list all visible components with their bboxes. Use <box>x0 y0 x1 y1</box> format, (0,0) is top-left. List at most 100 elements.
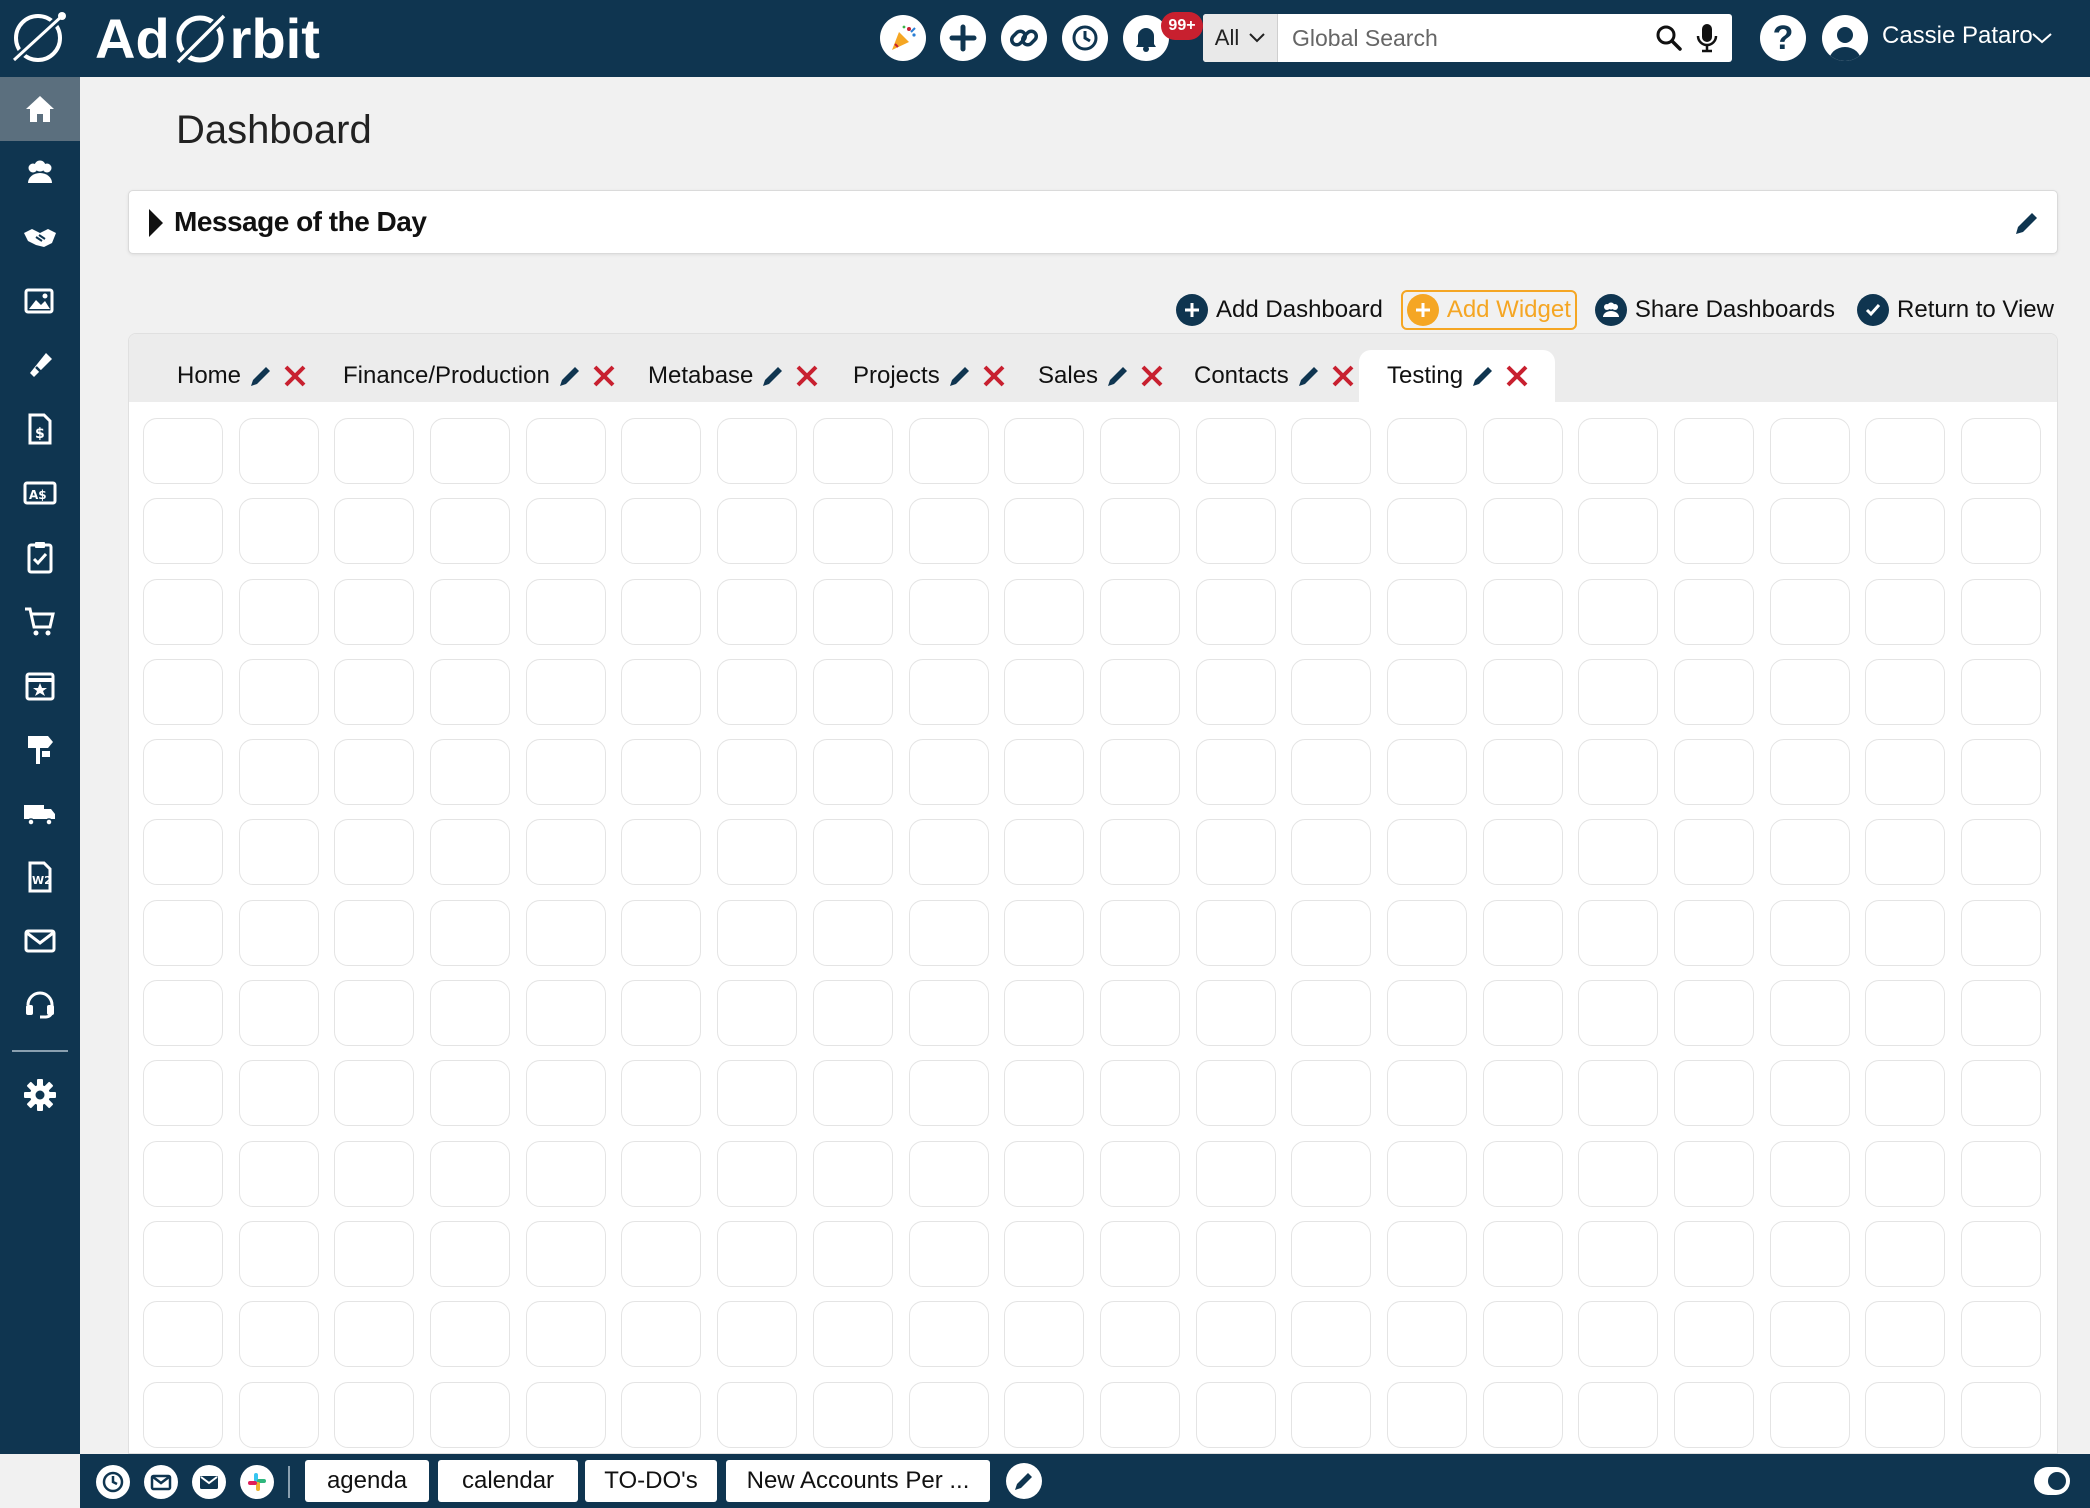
grid-cell[interactable] <box>908 1381 989 1448</box>
notification-badge[interactable]: 99+ <box>1161 12 1203 40</box>
grid-cell[interactable] <box>430 739 511 806</box>
caret-right-icon[interactable] <box>149 209 163 237</box>
sidebar-item-settings[interactable] <box>0 1063 80 1127</box>
pencil-icon[interactable] <box>1104 362 1132 390</box>
search-input[interactable] <box>1278 15 1652 61</box>
voice-search-button[interactable] <box>1692 21 1722 55</box>
grid-cell[interactable] <box>1769 1220 1850 1287</box>
new-accounts-button[interactable]: New Accounts Per ... <box>726 1460 990 1502</box>
tab-contacts[interactable]: Contacts <box>1182 350 1369 402</box>
add-dashboard-button[interactable]: Add Dashboard <box>1172 290 1387 330</box>
grid-cell[interactable] <box>1482 980 1563 1047</box>
close-icon[interactable] <box>1138 362 1166 390</box>
grid-cell[interactable] <box>908 899 989 966</box>
grid-cell[interactable] <box>1195 1060 1276 1127</box>
pencil-icon[interactable] <box>946 362 974 390</box>
grid-cell[interactable] <box>812 1301 893 1368</box>
pencil-icon[interactable] <box>2011 207 2043 239</box>
grid-cell[interactable] <box>1961 1220 2042 1287</box>
tab-home[interactable]: Home <box>165 350 321 402</box>
grid-cell[interactable] <box>143 819 223 886</box>
grid-cell[interactable] <box>1386 1140 1467 1207</box>
grid-cell[interactable] <box>238 1301 319 1368</box>
return-to-view-button[interactable]: Return to View <box>1853 290 2058 330</box>
grid-cell[interactable] <box>430 578 511 645</box>
grid-cell[interactable] <box>1865 578 1946 645</box>
grid-cell[interactable] <box>1291 1381 1372 1448</box>
grid-cell[interactable] <box>1099 1060 1180 1127</box>
grid-cell[interactable] <box>1004 1140 1085 1207</box>
sidebar-item-orders[interactable] <box>0 589 80 653</box>
grid-cell[interactable] <box>1386 980 1467 1047</box>
grid-cell[interactable] <box>1578 418 1659 484</box>
grid-cell[interactable] <box>908 1220 989 1287</box>
grid-cell[interactable] <box>812 899 893 966</box>
grid-cell[interactable] <box>1291 819 1372 886</box>
grid-cell[interactable] <box>1674 819 1754 886</box>
grid-cell[interactable] <box>143 739 223 806</box>
grid-cell[interactable] <box>1195 980 1276 1047</box>
grid-cell[interactable] <box>621 658 702 725</box>
grid-cell[interactable] <box>908 1301 989 1368</box>
grid-cell[interactable] <box>1578 899 1659 966</box>
grid-cell[interactable] <box>1674 1220 1754 1287</box>
grid-cell[interactable] <box>430 1060 511 1127</box>
grid-cell[interactable] <box>1865 1060 1946 1127</box>
grid-cell[interactable] <box>1769 1060 1850 1127</box>
help-button[interactable]: ? <box>1760 15 1806 61</box>
grid-cell[interactable] <box>621 498 702 565</box>
grid-cell[interactable] <box>908 418 989 484</box>
grid-cell[interactable] <box>908 658 989 725</box>
grid-cell[interactable] <box>1004 578 1085 645</box>
grid-cell[interactable] <box>1482 1220 1563 1287</box>
grid-cell[interactable] <box>1482 418 1563 484</box>
grid-cell[interactable] <box>1291 899 1372 966</box>
grid-cell[interactable] <box>238 980 319 1047</box>
grid-cell[interactable] <box>1961 1060 2042 1127</box>
grid-cell[interactable] <box>238 819 319 886</box>
grid-cell[interactable] <box>812 980 893 1047</box>
grid-cell[interactable] <box>430 1220 511 1287</box>
grid-cell[interactable] <box>525 1140 606 1207</box>
grid-cell[interactable] <box>1769 980 1850 1047</box>
grid-cell[interactable] <box>717 578 798 645</box>
grid-cell[interactable] <box>1004 980 1085 1047</box>
grid-cell[interactable] <box>1195 739 1276 806</box>
grid-cell[interactable] <box>1769 899 1850 966</box>
grid-cell[interactable] <box>717 819 798 886</box>
grid-cell[interactable] <box>525 578 606 645</box>
grid-cell[interactable] <box>143 658 223 725</box>
grid-cell[interactable] <box>1386 578 1467 645</box>
grid-cell[interactable] <box>1961 899 2042 966</box>
grid-cell[interactable] <box>1195 1301 1276 1368</box>
sidebar-item-media[interactable] <box>0 269 80 333</box>
grid-cell[interactable] <box>1482 1060 1563 1127</box>
grid-cell[interactable] <box>1291 980 1372 1047</box>
grid-cell[interactable] <box>621 980 702 1047</box>
grid-cell[interactable] <box>908 578 989 645</box>
grid-cell[interactable] <box>1195 1220 1276 1287</box>
grid-cell[interactable] <box>1674 1060 1754 1127</box>
grid-cell[interactable] <box>1674 899 1754 966</box>
grid-cell[interactable] <box>238 739 319 806</box>
grid-cell[interactable] <box>238 1060 319 1127</box>
sidebar-item-email[interactable] <box>0 909 80 973</box>
sidebar-item-delivery[interactable] <box>0 781 80 845</box>
grid-cell[interactable] <box>1195 498 1276 565</box>
pencil-icon[interactable] <box>247 362 275 390</box>
chevron-down-icon[interactable] <box>2030 26 2054 50</box>
grid-cell[interactable] <box>621 1220 702 1287</box>
user-name[interactable]: Cassie Pataro <box>1882 22 2033 50</box>
grid-cell[interactable] <box>1004 498 1085 565</box>
grid-cell[interactable] <box>430 1140 511 1207</box>
share-dashboards-button[interactable]: Share Dashboards <box>1591 290 1839 330</box>
grid-cell[interactable] <box>334 578 415 645</box>
app-logo-text[interactable]: Ad rbit <box>95 6 320 70</box>
grid-cell[interactable] <box>430 498 511 565</box>
quick-links-button[interactable] <box>1001 15 1047 61</box>
grid-cell[interactable] <box>1099 1220 1180 1287</box>
grid-cell[interactable] <box>1578 578 1659 645</box>
grid-cell[interactable] <box>143 1140 223 1207</box>
grid-cell[interactable] <box>1386 1060 1467 1127</box>
grid-cell[interactable] <box>334 1140 415 1207</box>
